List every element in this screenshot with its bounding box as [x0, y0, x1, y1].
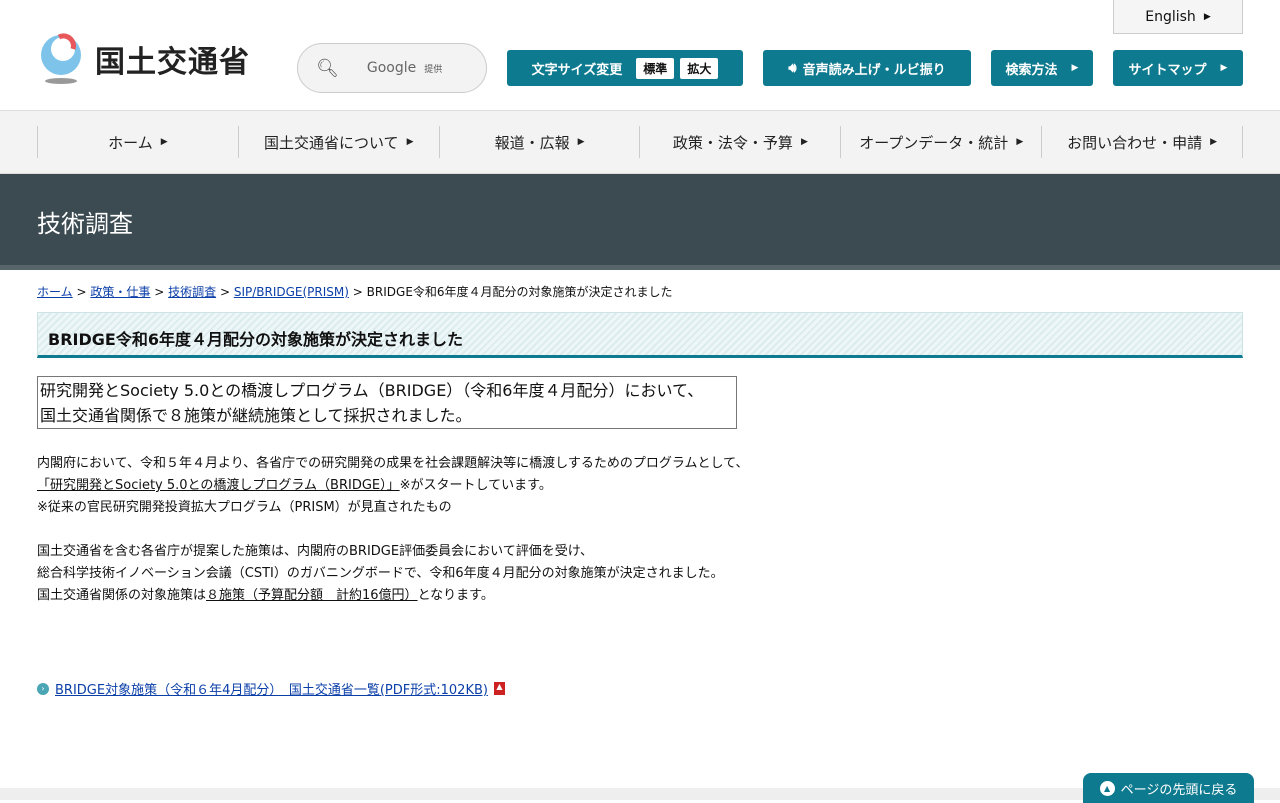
nav-label: ホーム: [108, 133, 153, 152]
back-to-top-label: ページの先頭に戻る: [1120, 782, 1238, 798]
triangle-right-icon: ▶: [1210, 137, 1218, 147]
text-line: 内閣府において、令和５年４月より、各省庁での研究開発の成果を社会課題解決等に橋渡…: [37, 456, 749, 471]
nav-home[interactable]: ホーム ▶: [37, 126, 238, 158]
font-size-control: 文字サイズ変更 標準 拡大: [507, 50, 743, 86]
bridge-link[interactable]: 「研究開発とSociety 5.0との橋渡しプログラム（BRIDGE）」: [37, 478, 400, 493]
logo-mark-icon: [37, 33, 85, 85]
pdf-link-item: › BRIDGE対象施策（令和６年4月配分） 国土交通省一覧(PDF形式:102…: [37, 679, 505, 698]
search-method-label: 検索方法: [1005, 62, 1058, 78]
search-provided: 提供: [424, 64, 443, 75]
search-input[interactable]: 🔍︎ Google 提供: [297, 43, 487, 93]
arrow-up-icon: ▲: [1099, 780, 1115, 796]
text-line: ※がスタートしています。: [399, 478, 552, 493]
breadcrumb-current: BRIDGE令和6年度４月配分の対象施策が決定されました: [366, 285, 673, 299]
english-label: English: [1145, 8, 1196, 25]
font-standard-button[interactable]: 標準: [636, 57, 675, 79]
triangle-right-icon: ▶: [800, 137, 808, 147]
nav-label: お問い合わせ・申請: [1067, 133, 1203, 152]
nav-label: 報道・広報: [494, 133, 570, 152]
triangle-right-icon: ▶: [1220, 63, 1228, 73]
breadcrumb-sep: >: [76, 285, 87, 299]
english-link[interactable]: English ▶: [1113, 0, 1243, 34]
breadcrumb-home[interactable]: ホーム: [37, 285, 73, 299]
page-title: BRIDGE令和6年度４月配分の対象施策が決定されました: [37, 312, 1243, 358]
mlit-logo[interactable]: 国土交通省: [37, 33, 250, 85]
nav-contact[interactable]: お問い合わせ・申請 ▶: [1041, 126, 1243, 158]
breadcrumb-sep: >: [352, 285, 363, 299]
summary-box: 研究開発とSociety 5.0との橋渡しプログラム（BRIDGE）（令和6年度…: [37, 376, 737, 429]
triangle-right-icon: ▶: [160, 137, 168, 147]
paragraph-intro: 内閣府において、令和５年４月より、各省庁での研究開発の成果を社会課題解決等に橋渡…: [37, 453, 749, 519]
measures-link[interactable]: ８施策（予算配分額 計約16億円）: [206, 588, 418, 603]
nav-press[interactable]: 報道・広報 ▶: [438, 126, 640, 158]
nav-label: 国土交通省について: [264, 133, 399, 152]
triangle-right-icon: ▶: [406, 137, 414, 147]
breadcrumb-sep: >: [154, 285, 165, 299]
text-line: ※従来の官民研究開発投資拡大プログラム（PRISM）が見直されたもの: [37, 500, 452, 515]
breadcrumb-sip[interactable]: SIP/BRIDGE(PRISM): [234, 285, 349, 299]
summary-line: 国土交通省関係で８施策が継続施策として採択されました。: [40, 406, 472, 425]
summary-line: 研究開発とSociety 5.0との橋渡しプログラム（BRIDGE）（令和6年度…: [40, 381, 704, 400]
breadcrumb-policy[interactable]: 政策・仕事: [90, 285, 150, 299]
nav-label: オープンデータ・統計: [859, 133, 1009, 152]
logo-text: 国土交通省: [95, 45, 250, 80]
paragraph-result: 国土交通省を含む各省庁が提案した施策は、内閣府のBRIDGE評価委員会において評…: [37, 541, 724, 607]
search-icon: 🔍︎: [316, 57, 339, 79]
pdf-link[interactable]: BRIDGE対象施策（令和６年4月配分） 国土交通省一覧(PDF形式:102KB…: [55, 679, 488, 698]
global-nav: ホーム ▶ 国土交通省について ▶ 報道・広報 ▶ 政策・法令・予算 ▶ オープンデータ…: [0, 111, 1280, 174]
text-line: となります。: [417, 588, 494, 603]
nav-label: 政策・法令・予算: [672, 133, 793, 152]
breadcrumb: ホーム > 政策・仕事 > 技術調査 > SIP/BRIDGE(PRISM) >…: [37, 283, 673, 300]
breadcrumb-tech[interactable]: 技術調査: [168, 285, 216, 299]
speaker-icon: 🔊︎: [788, 60, 797, 76]
nav-policy[interactable]: 政策・法令・予算 ▶: [639, 126, 840, 158]
sitemap-button[interactable]: サイトマップ ▶: [1113, 50, 1243, 86]
text-line: 国土交通省関係の対象施策は: [37, 588, 207, 603]
read-aloud-button[interactable]: 🔊︎ 音声読み上げ・ルビ振り: [763, 50, 971, 86]
section-banner: 技術調査: [0, 174, 1280, 270]
triangle-right-icon: ▶: [1016, 137, 1024, 147]
text-line: 国土交通省を含む各省庁が提案した施策は、内閣府のBRIDGE評価委員会において評…: [37, 544, 594, 559]
pdf-icon: ▲: [493, 682, 505, 695]
sitemap-label: サイトマップ: [1128, 62, 1207, 78]
chevron-circle-icon: ›: [37, 682, 49, 695]
triangle-right-icon: ▶: [1071, 63, 1079, 73]
back-to-top-button[interactable]: ▲ ページの先頭に戻る: [1083, 773, 1254, 803]
header: 国土交通省 🔍︎ Google 提供 English ▶ 文字サイズ変更 標準 拡…: [0, 0, 1280, 111]
read-aloud-label: 音声読み上げ・ルビ振り: [802, 62, 946, 78]
font-large-button[interactable]: 拡大: [680, 57, 719, 79]
search-brand: Google: [366, 60, 417, 76]
search-method-button[interactable]: 検索方法 ▶: [991, 50, 1093, 86]
text-line: 総合科学技術イノベーション会議（CSTI）のガバニングボードで、令和6年度４月配…: [37, 566, 724, 581]
nav-opendata[interactable]: オープンデータ・統計 ▶: [840, 126, 1041, 158]
font-size-label: 文字サイズ変更: [531, 62, 623, 78]
nav-about[interactable]: 国土交通省について ▶: [237, 126, 439, 158]
breadcrumb-sep: >: [219, 285, 230, 299]
triangle-right-icon: ▶: [577, 137, 585, 147]
triangle-right-icon: ▶: [1203, 11, 1211, 22]
